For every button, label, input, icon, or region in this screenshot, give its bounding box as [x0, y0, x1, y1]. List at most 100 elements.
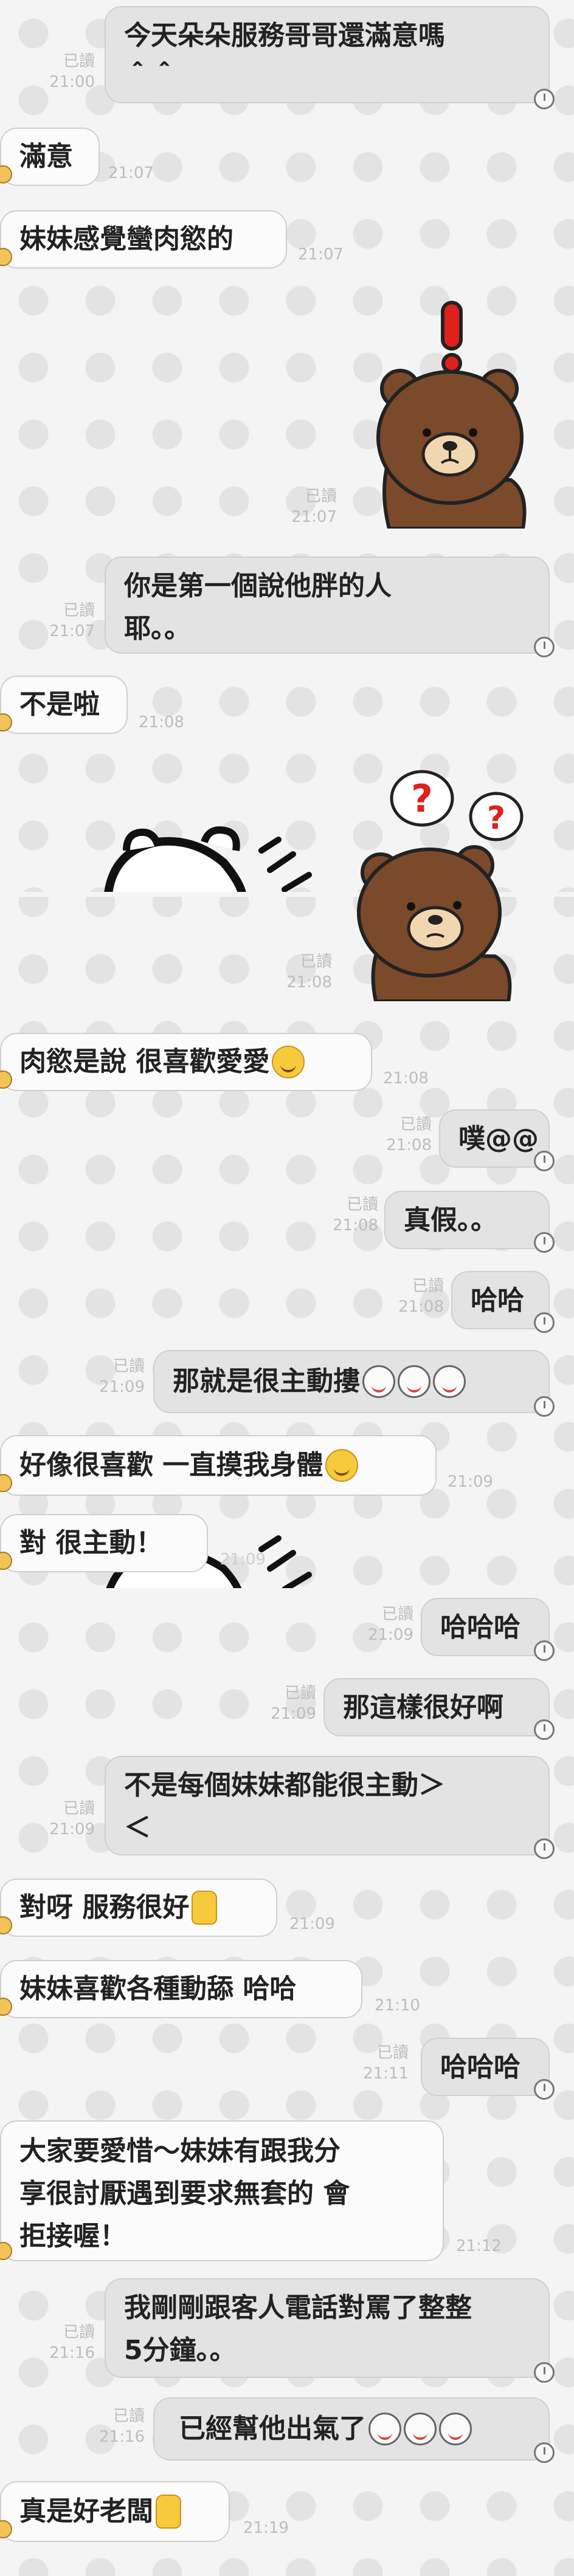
brown-bear-question-sticker[interactable]: ? ? — [355, 767, 538, 1001]
bubble-tail-icon — [534, 1232, 555, 1253]
crying-face-icon — [433, 1365, 466, 1398]
message-time: 21:11 — [363, 2064, 409, 2083]
message-bubble-incoming[interactable]: 大家要愛惜～妹妹有跟我分 享很討厭遇到要求無套的 會 拒接喔！ — [0, 2120, 444, 2261]
bubble-tail-icon — [534, 2079, 555, 2100]
crying-face-icon — [439, 2413, 472, 2445]
read-receipt: 已讀 21:09 — [43, 1798, 95, 1840]
bubble-tail-icon — [534, 1151, 555, 1171]
bubble-tail-icon — [534, 1312, 555, 1333]
message-time: 21:08 — [139, 713, 184, 731]
message-time: 21:07 — [291, 508, 337, 526]
brown-bear-exclamation-sticker[interactable] — [371, 298, 535, 529]
message-bubble-outgoing[interactable]: 你是第一個說他胖的人 耶。。 — [105, 557, 550, 654]
read-label: 已讀 — [381, 1605, 413, 1623]
message-time: 21:07 — [298, 245, 344, 264]
message-text: 真是好老闆 — [19, 2496, 153, 2527]
read-label: 已讀 — [399, 1115, 432, 1134]
read-receipt: 已讀 21:09 — [92, 1356, 145, 1397]
read-label: 已讀 — [112, 2407, 145, 2425]
read-receipt: 已讀 21:08 — [379, 1114, 432, 1156]
message-divider — [0, 1588, 574, 1593]
message-time: 21:09 — [271, 1705, 316, 1723]
crying-face-icon — [404, 2413, 437, 2445]
bubble-tail-icon — [534, 2442, 555, 2463]
message-bubble-outgoing[interactable]: 哈哈哈 — [421, 1598, 550, 1656]
read-label: 已讀 — [63, 52, 95, 70]
read-receipt: 已讀 21:16 — [43, 2322, 95, 2363]
svg-text:?: ? — [487, 800, 505, 837]
message-bubble-outgoing[interactable]: 今天朵朵服務哥哥還滿意嗎 ＾＾ — [105, 6, 550, 103]
message-bubble-outgoing[interactable]: 那就是很主動摟 — [153, 1350, 550, 1413]
message-time: 21:09 — [448, 1473, 493, 1491]
bubble-tail-icon — [534, 89, 555, 109]
message-bubble-outgoing[interactable]: 真假。。 — [384, 1191, 550, 1249]
read-receipt: 已讀 21:07 — [285, 486, 337, 527]
message-time: 21:09 — [368, 1626, 413, 1644]
read-receipt: 已讀 21:08 — [280, 951, 332, 993]
message-text: 肉慾是說 很喜歡愛愛 — [19, 1046, 270, 1077]
message-bubble-outgoing[interactable]: 那這樣很好啊 — [323, 1678, 550, 1736]
read-receipt: 已讀 21:09 — [361, 1604, 413, 1645]
message-bubble-outgoing[interactable]: 已經幫他出氣了 — [153, 2397, 550, 2461]
message-bubble-incoming[interactable]: 對呀 服務很好 — [0, 1879, 277, 1937]
message-bubble-incoming[interactable]: 滿意 — [0, 128, 100, 186]
read-receipt: 已讀 21:16 — [92, 2406, 145, 2447]
crying-face-icon — [398, 1365, 431, 1398]
message-text: 對呀 服務很好 — [19, 1892, 190, 1923]
message-text: 已經幫他出氣了 — [179, 2413, 366, 2444]
svg-text:?: ? — [411, 776, 433, 821]
read-receipt: 已讀 21:07 — [43, 600, 95, 642]
message-time: 21:09 — [289, 1915, 335, 1933]
bubble-tail-icon — [534, 1838, 555, 1859]
message-bubble-incoming[interactable]: 對 很主動！ — [0, 1514, 208, 1572]
crying-face-icon — [368, 2413, 401, 2445]
bubble-tail-icon — [534, 637, 555, 657]
grinning-face-icon — [272, 1046, 305, 1078]
read-receipt: 已讀 21:09 — [264, 1683, 316, 1724]
message-time: 21:09 — [49, 1820, 95, 1838]
read-receipt: 已讀 21:11 — [356, 2043, 409, 2084]
read-label: 已讀 — [63, 1800, 95, 1818]
message-time: 21:12 — [456, 2237, 502, 2255]
thumbs-up-icon — [156, 2495, 181, 2529]
read-label: 已讀 — [284, 1684, 316, 1702]
message-time: 21:10 — [375, 1996, 420, 2015]
message-time: 21:07 — [108, 164, 154, 182]
crying-face-icon — [362, 1365, 395, 1398]
read-label: 已讀 — [376, 2044, 409, 2062]
message-time: 21:00 — [49, 73, 95, 91]
read-label: 已讀 — [412, 1277, 444, 1295]
message-bubble-outgoing[interactable]: 不是每個妹妹都能很主動＞ ＜ — [105, 1756, 550, 1855]
message-time: 21:16 — [49, 2344, 95, 2362]
read-label: 已讀 — [305, 487, 337, 505]
message-time: 21:09 — [220, 1550, 266, 1569]
grinning-face-icon — [325, 1449, 359, 1482]
message-time: 21:19 — [243, 2519, 289, 2537]
thumbs-up-icon — [192, 1891, 218, 1925]
message-time: 21:08 — [333, 1216, 378, 1235]
white-bear-peeking-sticker[interactable] — [102, 826, 358, 893]
message-time: 21:08 — [383, 1069, 429, 1088]
message-bubble-incoming[interactable]: 肉慾是說 很喜歡愛愛 — [0, 1033, 372, 1091]
bubble-tail-icon — [534, 1396, 555, 1417]
read-label: 已讀 — [300, 953, 332, 971]
message-text: 好像很喜歡 一直摸我身體 — [19, 1450, 323, 1481]
message-bubble-incoming[interactable]: 妹妹感覺蠻肉慾的 — [0, 210, 287, 269]
read-label: 已讀 — [346, 1196, 378, 1214]
bubble-tail-icon — [534, 2362, 555, 2383]
message-bubble-incoming[interactable]: 真是好老闆 — [0, 2481, 230, 2542]
read-receipt: 已讀 21:08 — [392, 1276, 444, 1317]
message-bubble-incoming[interactable]: 妹妹喜歡各種動舔 哈哈 — [0, 1960, 362, 2018]
message-time: 21:09 — [99, 1378, 145, 1396]
message-bubble-outgoing[interactable]: 噗@@ — [439, 1109, 550, 1168]
message-bubble-outgoing[interactable]: 我剛剛跟客人電話對罵了整整 5分鐘。。 — [105, 2278, 550, 2378]
message-time: 21:08 — [286, 973, 332, 992]
message-time: 21:08 — [398, 1298, 444, 1316]
read-label: 已讀 — [112, 1357, 145, 1375]
read-label: 已讀 — [63, 2323, 95, 2341]
read-label: 已讀 — [63, 601, 95, 620]
message-bubble-incoming[interactable]: 好像很喜歡 一直摸我身體 — [0, 1435, 437, 1496]
message-bubble-incoming[interactable]: 不是啦 — [0, 676, 128, 734]
read-receipt: 已讀 21:00 — [43, 51, 95, 92]
message-bubble-outgoing[interactable]: 哈哈哈 — [421, 2038, 550, 2096]
